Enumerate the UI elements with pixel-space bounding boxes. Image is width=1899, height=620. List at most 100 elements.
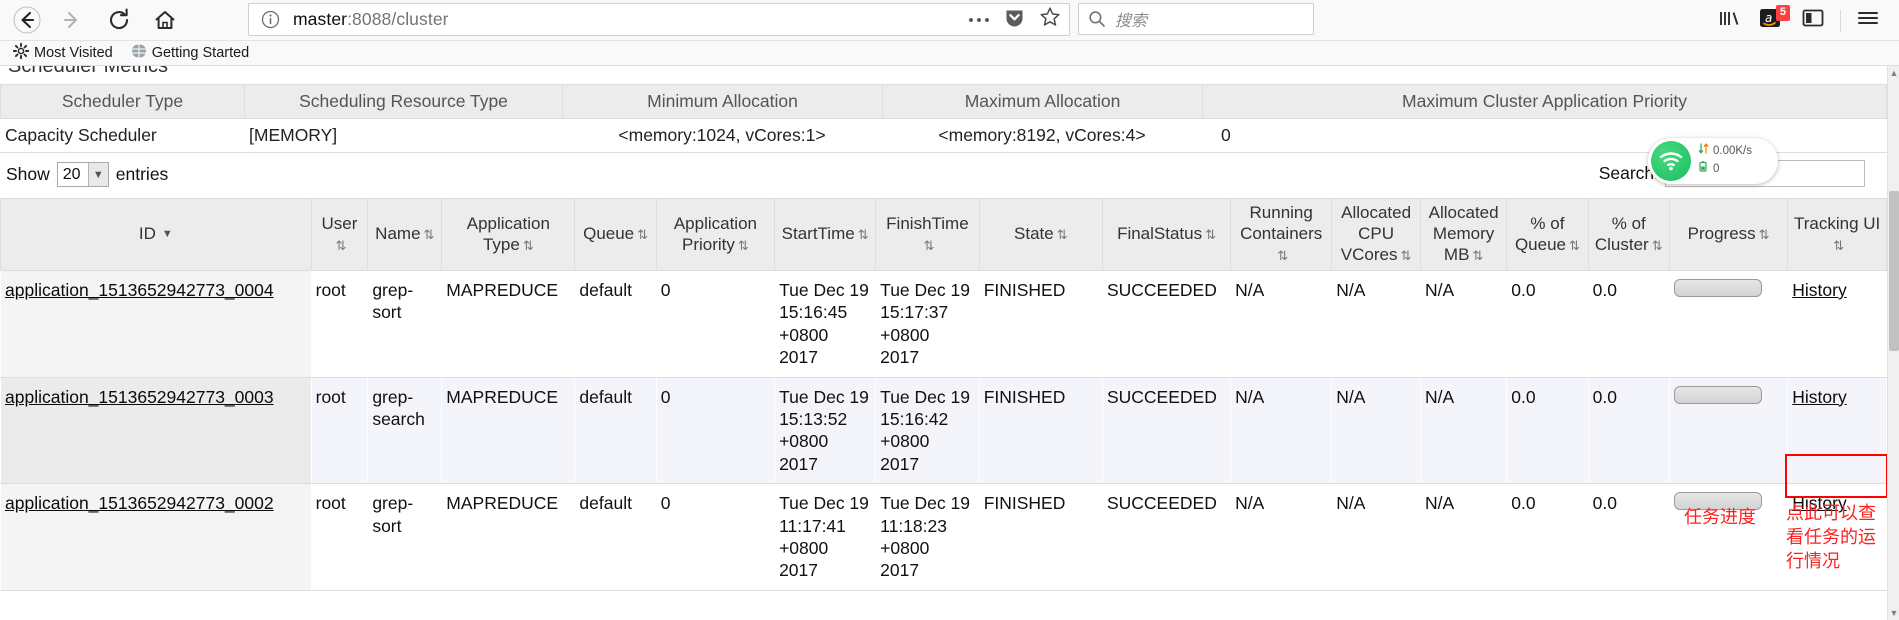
th-tracking-ui[interactable]: Tracking UI⇅: [1787, 198, 1887, 271]
back-button[interactable]: [6, 1, 48, 39]
forward-button[interactable]: [52, 1, 94, 39]
back-arrow-icon: [13, 6, 41, 34]
bookmark-most-visited[interactable]: Most Visited: [7, 42, 119, 63]
menu-button[interactable]: [1847, 2, 1889, 40]
cell-user: root: [310, 483, 369, 591]
cell-finalstatus: SUCCEEDED: [1101, 377, 1232, 485]
url-path: :8088/cluster: [347, 9, 449, 29]
sort-desc-icon: ▼: [161, 227, 173, 240]
cell-finalstatus: SUCCEEDED: [1101, 483, 1232, 591]
network-speed-widget[interactable]: 0.00K/s 0: [1648, 138, 1778, 184]
th-queue[interactable]: Queue ⇅: [574, 198, 657, 271]
maximum-cluster-application-priority-value: 0: [1202, 118, 1887, 153]
th-progress[interactable]: Progress ⇅: [1668, 198, 1789, 271]
application-link[interactable]: application_1513652942773_0002: [5, 493, 274, 513]
cell-application-type: MAPREDUCE: [441, 377, 576, 485]
pocket-shield-icon[interactable]: [1004, 7, 1025, 33]
th-starttime[interactable]: StartTime ⇅: [774, 198, 877, 271]
th-pct-of-queue[interactable]: % of Queue ⇅: [1506, 198, 1589, 271]
magnifier-icon: [1088, 10, 1106, 28]
cell-starttime: Tue Dec 19 11:17:41 +0800 2017: [774, 483, 877, 591]
sidebar-button[interactable]: [1792, 2, 1834, 40]
bookmark-getting-started[interactable]: Getting Started: [125, 43, 256, 63]
cell-state: FINISHED: [978, 377, 1103, 485]
library-button[interactable]: [1708, 2, 1750, 40]
sort-both-icon: ⇅: [737, 237, 749, 253]
entries-value: 20: [62, 165, 81, 183]
cell-pct-of-queue: 0.0: [1506, 377, 1589, 485]
th-application-type[interactable]: Application Type ⇅: [441, 198, 576, 271]
sort-both-icon: ⇅: [857, 227, 869, 243]
table-row: Capacity Scheduler [MEMORY] <memory:1024…: [0, 118, 1887, 153]
scheduler-metrics-header[interactable]: Maximum Allocation: [882, 84, 1203, 119]
cell-allocated-memory-mb: N/A: [1419, 270, 1508, 378]
progress-bar: [1673, 279, 1762, 297]
th-id[interactable]: ID ▼: [0, 198, 312, 271]
cell-finishtime: Tue Dec 19 15:17:37 +0800 2017: [875, 270, 980, 378]
toolbar-divider: [1840, 9, 1841, 32]
scrollbar-thumb[interactable]: [1889, 191, 1899, 351]
forward-arrow-icon: [60, 7, 86, 33]
th-user[interactable]: User⇅: [310, 198, 369, 271]
star-outline-icon[interactable]: [1039, 6, 1061, 33]
scheduler-metrics-header[interactable]: Scheduling Resource Type: [244, 84, 563, 119]
page-scrollbar[interactable]: ▲ ▼: [1887, 66, 1899, 620]
scheduler-metrics-header[interactable]: Minimum Allocation: [562, 84, 883, 119]
history-link-highlight-box: [1785, 454, 1888, 498]
info-circle-icon[interactable]: [261, 10, 280, 29]
table-row: application_1513652942773_0004 root grep…: [0, 270, 1887, 378]
th-finalstatus[interactable]: FinalStatus ⇅: [1101, 198, 1232, 271]
cell-queue: default: [574, 377, 657, 485]
network-speed-value: 0.00K/s: [1713, 145, 1752, 158]
amazon-assistant-button[interactable]: a 5: [1750, 2, 1792, 40]
scroll-up-arrow-icon[interactable]: ▲: [1888, 66, 1899, 80]
application-link[interactable]: application_1513652942773_0004: [5, 280, 274, 300]
browser-search-bar[interactable]: 搜索: [1078, 3, 1314, 35]
cell-allocated-cpu-vcores: N/A: [1331, 483, 1421, 591]
cell-id: application_1513652942773_0003: [0, 377, 312, 485]
th-finishtime[interactable]: FinishTime⇅: [875, 198, 980, 271]
th-running-containers[interactable]: Running Containers⇅: [1230, 198, 1333, 271]
th-name[interactable]: Name ⇅: [367, 198, 443, 271]
entries-per-page-select[interactable]: 20 ▼: [56, 162, 109, 187]
page-title: Scheduler Metrics: [8, 66, 169, 77]
cell-pct-of-queue: 0.0: [1506, 483, 1589, 591]
cell-id: application_1513652942773_0002: [0, 483, 312, 591]
progress-bar: [1673, 385, 1762, 404]
application-link[interactable]: application_1513652942773_0003: [5, 387, 274, 407]
sort-both-icon: ⇅: [1568, 237, 1580, 253]
history-link[interactable]: History: [1792, 280, 1846, 300]
cell-allocated-memory-mb: N/A: [1419, 483, 1508, 591]
cell-running-containers: N/A: [1230, 270, 1333, 378]
cell-pct-of-cluster: 0.0: [1587, 377, 1670, 485]
address-bar[interactable]: master:8088/cluster: [248, 3, 1070, 36]
ellipsis-icon[interactable]: [968, 11, 990, 29]
cell-application-priority: 0: [655, 377, 776, 485]
table-header-row: Scheduler Type Scheduling Resource Type …: [0, 84, 1887, 119]
scroll-down-arrow-icon[interactable]: ▼: [1888, 606, 1899, 620]
th-allocated-memory-mb[interactable]: Allocated Memory MB ⇅: [1419, 198, 1508, 271]
svg-text:a: a: [1765, 11, 1772, 25]
home-button[interactable]: [144, 1, 186, 39]
show-label: Show: [6, 164, 50, 184]
gear-icon: [12, 42, 30, 63]
th-state[interactable]: State ⇅: [978, 198, 1103, 271]
th-allocated-cpu-vcores[interactable]: Allocated CPU VCores ⇅: [1331, 198, 1421, 271]
sort-both-icon: ⇅: [423, 227, 435, 243]
scheduling-resource-type-value: [MEMORY]: [244, 118, 563, 153]
maximum-allocation-value: <memory:8192, vCores:4>: [882, 118, 1203, 153]
cell-application-priority: 0: [655, 270, 776, 378]
cell-finalstatus: SUCCEEDED: [1101, 270, 1232, 378]
page-content: Scheduler Metrics Scheduler Type Schedul…: [0, 66, 1899, 620]
scheduler-metrics-header[interactable]: Maximum Cluster Application Priority: [1202, 84, 1887, 119]
reload-button[interactable]: [98, 1, 140, 39]
browser-toolbar: master:8088/cluster 搜索 a 5: [0, 0, 1899, 41]
sort-both-icon: ⇅: [522, 237, 534, 253]
th-pct-of-cluster[interactable]: % of Cluster ⇅: [1587, 198, 1670, 271]
th-application-priority[interactable]: Application Priority ⇅: [655, 198, 776, 271]
cell-progress: [1668, 377, 1789, 485]
cell-progress: [1668, 270, 1789, 378]
history-link[interactable]: History: [1792, 387, 1846, 407]
scheduler-metrics-header[interactable]: Scheduler Type: [0, 84, 245, 119]
sort-both-icon: ⇅: [1277, 247, 1289, 263]
